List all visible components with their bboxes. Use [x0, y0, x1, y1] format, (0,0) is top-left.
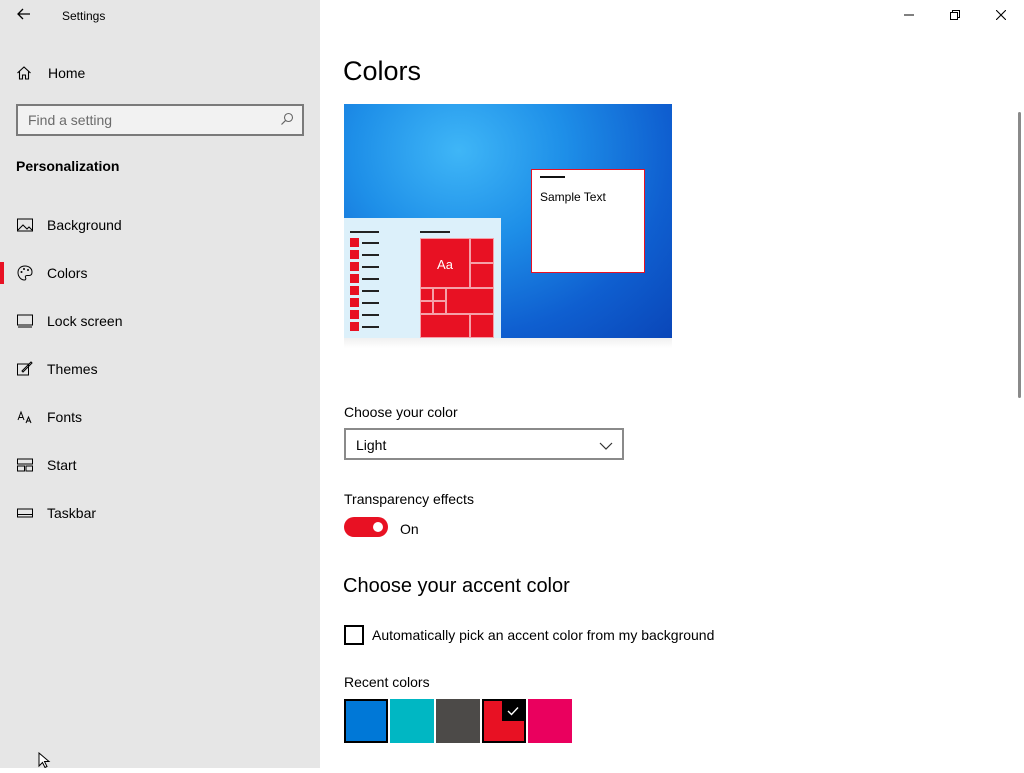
- sidebar-item-label: Background: [47, 217, 122, 233]
- image-icon: [16, 216, 34, 234]
- choose-color-dropdown[interactable]: Light: [344, 428, 624, 460]
- sidebar-item-label: Lock screen: [47, 313, 123, 329]
- auto-accent-label: Automatically pick an accent color from …: [372, 627, 715, 643]
- swatch-pink[interactable]: [528, 699, 572, 743]
- preview-sample-window: Sample Text: [531, 169, 645, 273]
- search-box: [16, 104, 304, 136]
- choose-color-value: Light: [356, 437, 387, 453]
- recent-colors-label: Recent colors: [344, 674, 430, 690]
- minimize-button[interactable]: [886, 0, 932, 32]
- start-layout-icon: [16, 456, 34, 474]
- sidebar-item-label: Start: [47, 457, 77, 473]
- close-icon: [995, 7, 1007, 25]
- preview-tile-large: Aa: [420, 238, 470, 288]
- search-icon[interactable]: [280, 112, 294, 131]
- sidebar-item-label: Colors: [47, 265, 88, 281]
- nav-home[interactable]: Home: [16, 60, 85, 86]
- restore-button[interactable]: [932, 0, 978, 32]
- color-preview: Aa Sample Text: [344, 104, 672, 338]
- transparency-state: On: [400, 521, 419, 537]
- fonts-icon: [16, 408, 34, 426]
- choose-color-label: Choose your color: [344, 404, 458, 420]
- sidebar-item-lock-screen[interactable]: Lock screen: [0, 297, 320, 345]
- preview-shadow: [344, 338, 672, 348]
- back-button[interactable]: [10, 4, 38, 28]
- taskbar-icon: [16, 504, 34, 522]
- swatch-teal[interactable]: [390, 699, 434, 743]
- checkmark-icon: [502, 701, 524, 721]
- transparency-toggle[interactable]: [344, 517, 388, 537]
- recent-colors-swatches: [344, 699, 572, 743]
- preview-tile-label: Aa: [437, 257, 453, 272]
- sidebar-item-themes[interactable]: Themes: [0, 345, 320, 393]
- scrollbar[interactable]: [1018, 112, 1021, 398]
- sidebar: Settings Home Personalization Background…: [0, 0, 320, 769]
- minimize-icon: [904, 7, 914, 25]
- back-arrow-icon: [17, 7, 31, 25]
- themes-brush-icon: [16, 360, 34, 378]
- swatch-red[interactable]: [482, 699, 526, 743]
- sidebar-item-colors[interactable]: Colors: [0, 249, 320, 297]
- palette-icon: [16, 264, 34, 282]
- toggle-knob: [373, 522, 383, 532]
- preview-sample-text: Sample Text: [540, 190, 606, 204]
- swatch-blue[interactable]: [344, 699, 388, 743]
- page-title: Colors: [343, 56, 422, 86]
- chevron-down-icon: [599, 438, 613, 456]
- sidebar-item-label: Fonts: [47, 409, 83, 425]
- sidebar-item-background[interactable]: Background: [0, 201, 320, 249]
- mouse-cursor-icon: [38, 751, 52, 773]
- preview-start-menu: Aa: [344, 218, 501, 338]
- transparency-label: Transparency effects: [344, 491, 474, 507]
- close-button[interactable]: [978, 0, 1024, 32]
- sidebar-nav: Background Colors Lock screen Themes Fon…: [0, 201, 320, 537]
- sidebar-item-fonts[interactable]: Fonts: [0, 393, 320, 441]
- lock-screen-icon: [16, 312, 34, 330]
- sidebar-item-taskbar[interactable]: Taskbar: [0, 489, 320, 537]
- sidebar-item-start[interactable]: Start: [0, 441, 320, 489]
- restore-icon: [950, 7, 960, 25]
- auto-accent-checkbox[interactable]: [344, 625, 364, 645]
- nav-home-label: Home: [48, 65, 86, 81]
- home-icon: [16, 64, 34, 82]
- search-input[interactable]: [18, 106, 278, 134]
- section-title: Personalization: [16, 158, 120, 174]
- app-title: Settings: [62, 9, 106, 23]
- accent-color-heading: Choose your accent color: [343, 575, 570, 597]
- sidebar-item-label: Taskbar: [47, 505, 97, 521]
- sidebar-item-label: Themes: [47, 361, 98, 377]
- swatch-gray[interactable]: [436, 699, 480, 743]
